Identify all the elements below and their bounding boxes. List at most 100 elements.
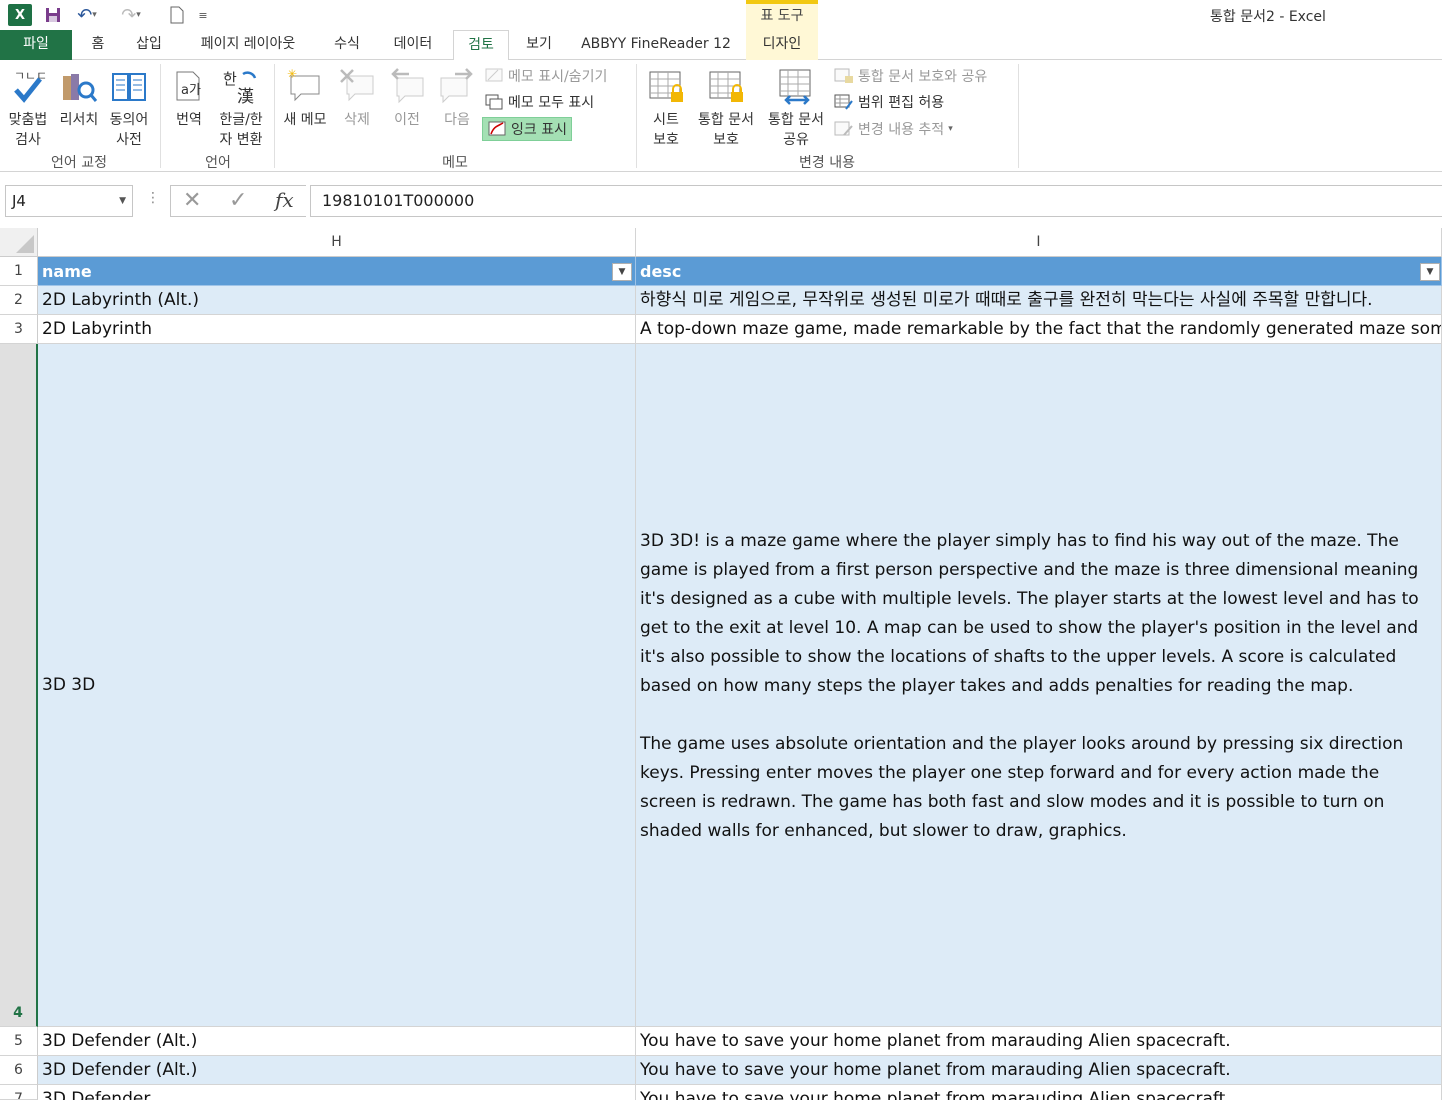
track-changes-dropdown-icon[interactable]: ▾ [948,124,953,134]
show-all-comments-icon [485,94,503,110]
new-comment-label: 새 메모 [283,112,327,128]
tab-abbyy[interactable]: ABBYY FineReader 12 [574,30,738,60]
tab-design[interactable]: 디자인 [746,30,818,60]
table-header-name[interactable]: name ▼ [38,257,636,286]
undo-icon[interactable]: ↶ ▾ [76,4,98,26]
svg-text:漢: 漢 [237,87,254,106]
spelling-button[interactable]: ㄱㄴㄷ 맞춤법 검사 [4,64,52,150]
spelling-check-icon: ㄱㄴㄷ [14,69,47,103]
formula-input[interactable]: 19810101T000000 [310,185,1442,217]
group-changes-label: 변경 내용 [799,155,855,171]
redo-icon[interactable]: ↷ ▾ [120,4,142,26]
thesaurus-label-1: 동의어 [109,112,149,128]
share-workbook-button[interactable]: 통합 문서 공유 [762,64,830,150]
protect-sheet-button[interactable]: 시트 보호 [642,64,690,150]
table-row-name-cell[interactable]: 3D 3D [38,344,636,1027]
table-row-name-cell[interactable]: 3D Defender [38,1085,636,1100]
hangul-hanja-label-2: 자 변환 [219,132,263,148]
row-header[interactable]: 5 [0,1027,38,1056]
protect-workbook-button[interactable]: 통합 문서보호 [692,64,760,150]
new-document-icon[interactable] [166,4,188,26]
column-header-h[interactable]: H [38,228,636,257]
group-separator [160,64,161,168]
table-row-name-cell[interactable]: 2D Labyrinth [38,315,636,344]
show-hide-comment-icon [485,68,503,82]
delete-comment-button[interactable]: 삭제 [334,64,380,150]
track-changes-icon [834,121,853,136]
desc-paragraph-2: The game uses absolute orientation and t… [640,734,1404,841]
table-row-desc-cell-wrapped[interactable]: 3D 3D! is a maze game where the player s… [636,344,1442,1027]
row-header[interactable]: 7 [0,1085,38,1100]
name-box-dropdown-icon[interactable]: ▼ [119,186,126,216]
column-header-i[interactable]: I [636,228,1442,257]
protect-sheet-icon [649,71,683,102]
insert-function-icon[interactable]: fx [275,188,294,212]
research-label: 리서치 [59,112,99,128]
protect-workbook-label-2: 보호 [713,132,739,148]
delete-comment-label: 삭제 [344,112,370,128]
desc-paragraph-1: 3D 3D! is a maze game where the player s… [640,531,1419,696]
next-comment-icon [440,68,473,104]
row-header[interactable]: 3 [0,315,38,344]
context-tab-label: 표 도구 [746,4,818,30]
table-row-name-cell[interactable]: 2D Labyrinth (Alt.) [38,286,636,315]
tab-page-layout[interactable]: 페이지 레이아웃 [184,30,312,60]
filter-dropdown-icon[interactable]: ▼ [1420,263,1440,281]
translate-button[interactable]: a가 번역 [166,64,212,150]
thesaurus-button[interactable]: 동의어 사전 [104,64,154,150]
table-row-desc-cell[interactable]: You have to save your home planet from m… [636,1056,1442,1085]
table-row-desc-cell[interactable]: 하향식 미로 게임으로, 무작위로 생성된 미로가 때때로 출구를 완전히 막는… [636,286,1442,315]
show-all-comments-button[interactable]: 메모 모두 표시 [484,90,594,114]
show-ink-label: 잉크 표시 [511,122,567,138]
next-comment-button[interactable]: 다음 [434,64,480,150]
tab-formulas[interactable]: 수식 [322,30,372,60]
tab-view[interactable]: 보기 [516,30,562,60]
thesaurus-book-icon [112,73,146,101]
customize-quick-access-icon[interactable]: ≡ [196,4,210,26]
hangul-hanja-button[interactable]: 한漢 한글/한 자 변환 [212,64,270,150]
protect-workbook-label-1: 통합 문서 [698,112,754,128]
row-header-selected[interactable]: 4 [0,344,38,1027]
save-icon[interactable] [42,4,64,26]
group-comments-label: 메모 [442,155,468,171]
enter-check-icon[interactable]: ✓ [229,188,247,213]
research-icon [63,74,98,102]
protect-and-share-button[interactable]: 통합 문서 보호와 공유 [834,64,987,88]
row-header[interactable]: 6 [0,1056,38,1085]
tab-review[interactable]: 검토 [453,30,509,61]
table-row-name-cell[interactable]: 3D Defender (Alt.) [38,1056,636,1085]
cancel-icon[interactable]: ✕ [183,188,201,213]
row-header[interactable]: 1 [0,257,38,286]
show-hide-comment-button[interactable]: 메모 표시/숨기기 [484,64,607,88]
svg-text:ㄱㄴㄷ: ㄱㄴㄷ [14,69,47,83]
previous-comment-button[interactable]: 이전 [384,64,430,150]
new-comment-button[interactable]: ✳ 새 메모 [278,64,332,150]
table-row-desc-cell[interactable]: You have to save your home planet from m… [636,1085,1442,1100]
tab-home[interactable]: 홈 [78,30,118,60]
filter-dropdown-icon[interactable]: ▼ [612,263,632,281]
track-changes-button[interactable]: 변경 내용 추적 ▾ [834,117,953,141]
table-row-desc-cell[interactable]: A top-down maze game, made remarkable by… [636,315,1442,344]
group-separator [636,64,637,168]
name-box[interactable]: J4 ▼ [5,185,133,217]
tab-insert[interactable]: 삽입 [126,30,172,60]
row-header[interactable]: 2 [0,286,38,315]
group-separator [274,64,275,168]
table-row-name-cell[interactable]: 3D Defender (Alt.) [38,1027,636,1056]
formula-bar-grip-icon[interactable]: ⋮ [146,190,160,206]
tab-file[interactable]: 파일 [0,30,72,60]
svg-text:a가: a가 [181,83,201,98]
formula-bar: J4 ▼ ⋮ ✕ ✓ fx 19810101T000000 [0,172,1442,228]
group-proofing-label: 언어 교정 [51,155,107,171]
allow-edit-ranges-button[interactable]: 범위 편집 허용 [834,90,944,114]
tab-data[interactable]: 데이터 [382,30,444,60]
research-button[interactable]: 리서치 [54,64,104,150]
select-all-corner[interactable] [0,228,38,257]
spelling-label-1: 맞춤법 [8,112,48,128]
table-row-desc-cell[interactable]: You have to save your home planet from m… [636,1027,1442,1056]
name-box-value: J4 [12,192,26,210]
table-header-desc[interactable]: desc ▼ [636,257,1442,286]
show-ink-button[interactable]: 잉크 표시 [482,117,572,141]
protect-workbook-icon [709,71,743,102]
show-hide-comment-label: 메모 표시/숨기기 [508,69,608,85]
